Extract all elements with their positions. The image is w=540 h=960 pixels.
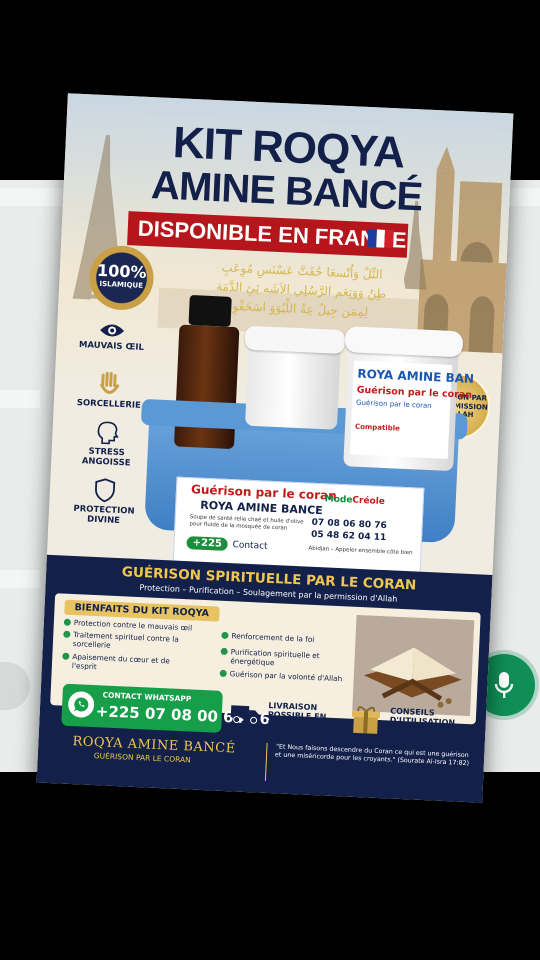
eye-icon (100, 324, 125, 337)
delivery-text: LIVRAISON POSSIBLE EN FRANCE (267, 700, 327, 730)
tub-label: Guérison par le coran ROYA AMINE BANCE S… (172, 476, 425, 574)
brand-logo: ModeCréole (324, 494, 386, 508)
white-jar-labeled: ROYA AMINE BAN Guérison par le coran Gué… (343, 326, 474, 472)
france-flag-icon (367, 228, 395, 249)
white-jar-small (244, 325, 346, 430)
faded-bubble (0, 390, 40, 408)
phone-1: 07 08 06 80 76 (311, 517, 387, 532)
tub-label-address: Abidjan – Appeler ensemble côte bien (308, 545, 413, 557)
whatsapp-contact[interactable]: CONTACT WHATSAPP +225 07 08 00 64 76 (61, 683, 270, 733)
advice-text: CONSEILS D'UTILISATION INCLUS (389, 706, 456, 735)
contact-label: Contact (232, 540, 268, 552)
delivery-info: LIVRAISON POSSIBLE EN FRANCE (229, 697, 351, 738)
head-profile-icon (97, 421, 119, 445)
jar-brand: ROYA AMINE BAN (357, 366, 475, 386)
jar-line: Guérison par le coran (355, 398, 432, 411)
whatsapp-label: CONTACT WHATSAPP (102, 690, 192, 704)
side-item-stress: STRESS ANGOISSE (71, 420, 143, 469)
hamsa-hand-icon (100, 371, 120, 394)
side-item-label: PROTECTION DIVINE (73, 503, 135, 527)
tub-label-name: ROYA AMINE BANCE (200, 498, 323, 518)
advice-info: CONSEILS D'UTILISATION INCLUS (349, 703, 471, 744)
side-item-evil-eye: MAUVAIS ŒIL (76, 320, 147, 353)
faded-bubble (0, 570, 40, 588)
side-item-sorcery: SORCELLERIE (74, 370, 146, 411)
whatsapp-icon (67, 690, 95, 719)
microphone-icon (494, 672, 514, 698)
jar-compat: Compatible (354, 422, 401, 433)
truck-icon (230, 705, 260, 724)
shield-icon (95, 478, 116, 503)
kit-roqya-poster: KIT ROQYA AMINE BANCÉ DISPONIBLE EN FRAN… (36, 93, 514, 803)
side-item-protection: PROTECTION DIVINE (68, 476, 140, 527)
gift-box-icon (351, 706, 381, 734)
country-code-pill: +225 (186, 536, 229, 551)
phone-2: 05 48 62 04 11 (310, 529, 387, 544)
side-item-label: STRESS ANGOISSE (81, 446, 131, 469)
tub-label-description: Soupe de santé relie chaé et huile d'oli… (189, 514, 304, 532)
quran-on-stand (352, 614, 475, 717)
